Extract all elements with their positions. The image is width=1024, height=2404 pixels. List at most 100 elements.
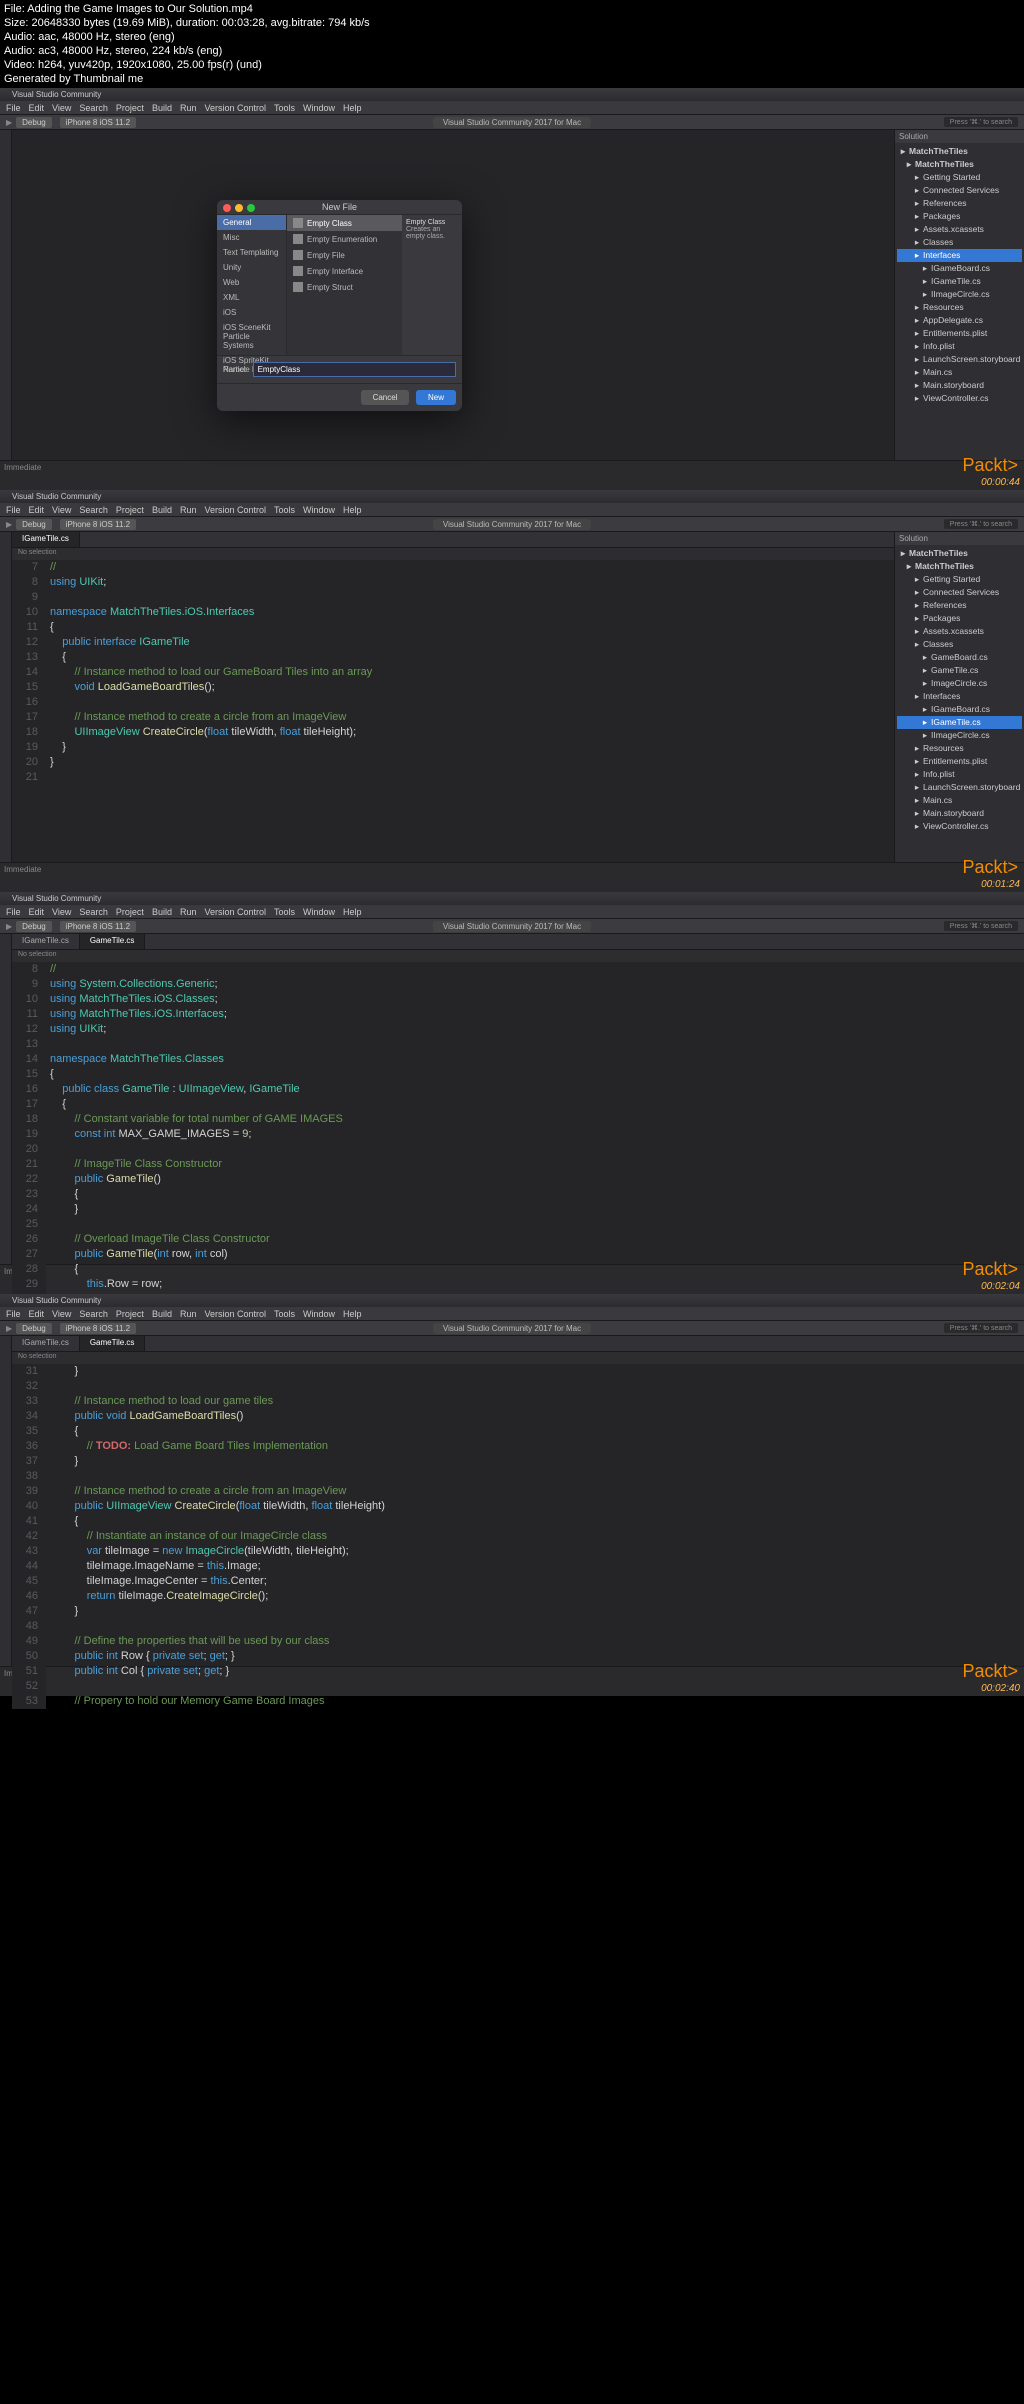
tree-item[interactable]: ▸ViewController.cs [897,820,1022,833]
debug-config[interactable]: Debug [16,1323,52,1334]
menu-edit[interactable]: Edit [29,505,45,515]
menu-help[interactable]: Help [343,103,362,113]
tree-item[interactable]: ▸IImageCircle.cs [897,729,1022,742]
tree-item[interactable]: ▸Getting Started [897,171,1022,184]
menu-run[interactable]: Run [180,505,197,515]
tree-item[interactable]: ▸MatchTheTiles [897,145,1022,158]
dialog-cat[interactable]: General [217,215,286,230]
menu-tools[interactable]: Tools [274,505,295,515]
tree-item[interactable]: ▸IGameBoard.cs [897,703,1022,716]
menu-build[interactable]: Build [152,505,172,515]
menu-view[interactable]: View [52,1309,71,1319]
menu-view[interactable]: View [52,103,71,113]
device-select[interactable]: iPhone 8 iOS 11.2 [60,519,136,530]
menu-project[interactable]: Project [116,907,144,917]
dialog-item[interactable]: Empty Class [287,215,402,231]
tree-item[interactable]: ▸MatchTheTiles [897,560,1022,573]
tree-item[interactable]: ▸IGameTile.cs [897,275,1022,288]
tab-gametile[interactable]: GameTile.cs [80,1336,146,1351]
name-input[interactable] [253,362,456,377]
menu-view[interactable]: View [52,907,71,917]
tree-item[interactable]: ▸Entitlements.plist [897,755,1022,768]
menu-search[interactable]: Search [79,505,108,515]
play-icon[interactable]: ▶ [6,922,12,931]
dialog-cat[interactable]: Unity [217,260,286,275]
tree-item[interactable]: ▸Resources [897,742,1022,755]
tree-item[interactable]: ▸GameBoard.cs [897,651,1022,664]
tree-item[interactable]: ▸MatchTheTiles [897,158,1022,171]
menu-edit[interactable]: Edit [29,1309,45,1319]
tree-item[interactable]: ▸Main.storyboard [897,379,1022,392]
tree-item[interactable]: ▸IGameTile.cs [897,716,1022,729]
tree-item[interactable]: ▸References [897,599,1022,612]
traffic-lights[interactable] [223,204,255,212]
menu-search[interactable]: Search [79,1309,108,1319]
code-editor[interactable]: 8910111213141516171819202122232425262728… [12,962,1024,1307]
dialog-item[interactable]: Empty Interface [287,263,402,279]
tab-igametile[interactable]: IGameTile.cs [12,532,80,547]
code-editor[interactable]: 3132333435363738394041424344454647484950… [12,1364,1024,1709]
menu-window[interactable]: Window [303,907,335,917]
menu-build[interactable]: Build [152,103,172,113]
search-box[interactable]: Press '⌘.' to search [944,519,1018,529]
tree-item[interactable]: ▸Packages [897,210,1022,223]
tree-item[interactable]: ▸Main.storyboard [897,807,1022,820]
tree-item[interactable]: ▸Assets.xcassets [897,625,1022,638]
menu-edit[interactable]: Edit [29,907,45,917]
tree-item[interactable]: ▸Info.plist [897,340,1022,353]
menu-version-control[interactable]: Version Control [204,1309,266,1319]
debug-config[interactable]: Debug [16,921,52,932]
dialog-item[interactable]: Empty Enumeration [287,231,402,247]
menu-window[interactable]: Window [303,103,335,113]
menu-window[interactable]: Window [303,1309,335,1319]
play-icon[interactable]: ▶ [6,118,12,127]
tree-item[interactable]: ▸MatchTheTiles [897,547,1022,560]
menu-version-control[interactable]: Version Control [204,907,266,917]
dialog-cat[interactable]: XML [217,290,286,305]
tab-igametile[interactable]: IGameTile.cs [12,1336,80,1351]
dialog-item[interactable]: Empty File [287,247,402,263]
menu-file[interactable]: File [6,103,21,113]
menu-version-control[interactable]: Version Control [204,505,266,515]
menu-file[interactable]: File [6,1309,21,1319]
tab-igametile[interactable]: IGameTile.cs [12,934,80,949]
search-box[interactable]: Press '⌘.' to search [944,117,1018,127]
debug-config[interactable]: Debug [16,117,52,128]
tree-item[interactable]: ▸References [897,197,1022,210]
menu-help[interactable]: Help [343,505,362,515]
tree-item[interactable]: ▸Connected Services [897,586,1022,599]
menu-tools[interactable]: Tools [274,1309,295,1319]
tree-item[interactable]: ▸Main.cs [897,794,1022,807]
menu-search[interactable]: Search [79,103,108,113]
tree-item[interactable]: ▸Classes [897,236,1022,249]
tree-item[interactable]: ▸IGameBoard.cs [897,262,1022,275]
device-select[interactable]: iPhone 8 iOS 11.2 [60,921,136,932]
tree-item[interactable]: ▸IImageCircle.cs [897,288,1022,301]
dialog-cat[interactable]: Text Templating [217,245,286,260]
dialog-cat[interactable]: iOS SceneKit Particle Systems [217,320,286,353]
tree-item[interactable]: ▸GameTile.cs [897,664,1022,677]
menu-project[interactable]: Project [116,505,144,515]
menu-view[interactable]: View [52,505,71,515]
tree-item[interactable]: ▸LaunchScreen.storyboard [897,353,1022,366]
menu-tools[interactable]: Tools [274,103,295,113]
cancel-button[interactable]: Cancel [361,390,410,405]
tree-item[interactable]: ▸Assets.xcassets [897,223,1022,236]
dialog-cat[interactable]: Web [217,275,286,290]
new-button[interactable]: New [416,390,456,405]
code-editor[interactable]: 789101112131415161718192021 // using UIK… [12,560,894,785]
tree-item[interactable]: ▸Interfaces [897,690,1022,703]
menu-file[interactable]: File [6,907,21,917]
menu-project[interactable]: Project [116,1309,144,1319]
tree-item[interactable]: ▸Main.cs [897,366,1022,379]
immediate-panel[interactable]: Immediate [0,862,1024,892]
menu-edit[interactable]: Edit [29,103,45,113]
dialog-item[interactable]: Empty Struct [287,279,402,295]
debug-config[interactable]: Debug [16,519,52,530]
menu-version-control[interactable]: Version Control [204,103,266,113]
tree-item[interactable]: ▸ImageCircle.cs [897,677,1022,690]
play-icon[interactable]: ▶ [6,1324,12,1333]
menu-run[interactable]: Run [180,103,197,113]
search-box[interactable]: Press '⌘.' to search [944,1323,1018,1333]
menu-project[interactable]: Project [116,103,144,113]
